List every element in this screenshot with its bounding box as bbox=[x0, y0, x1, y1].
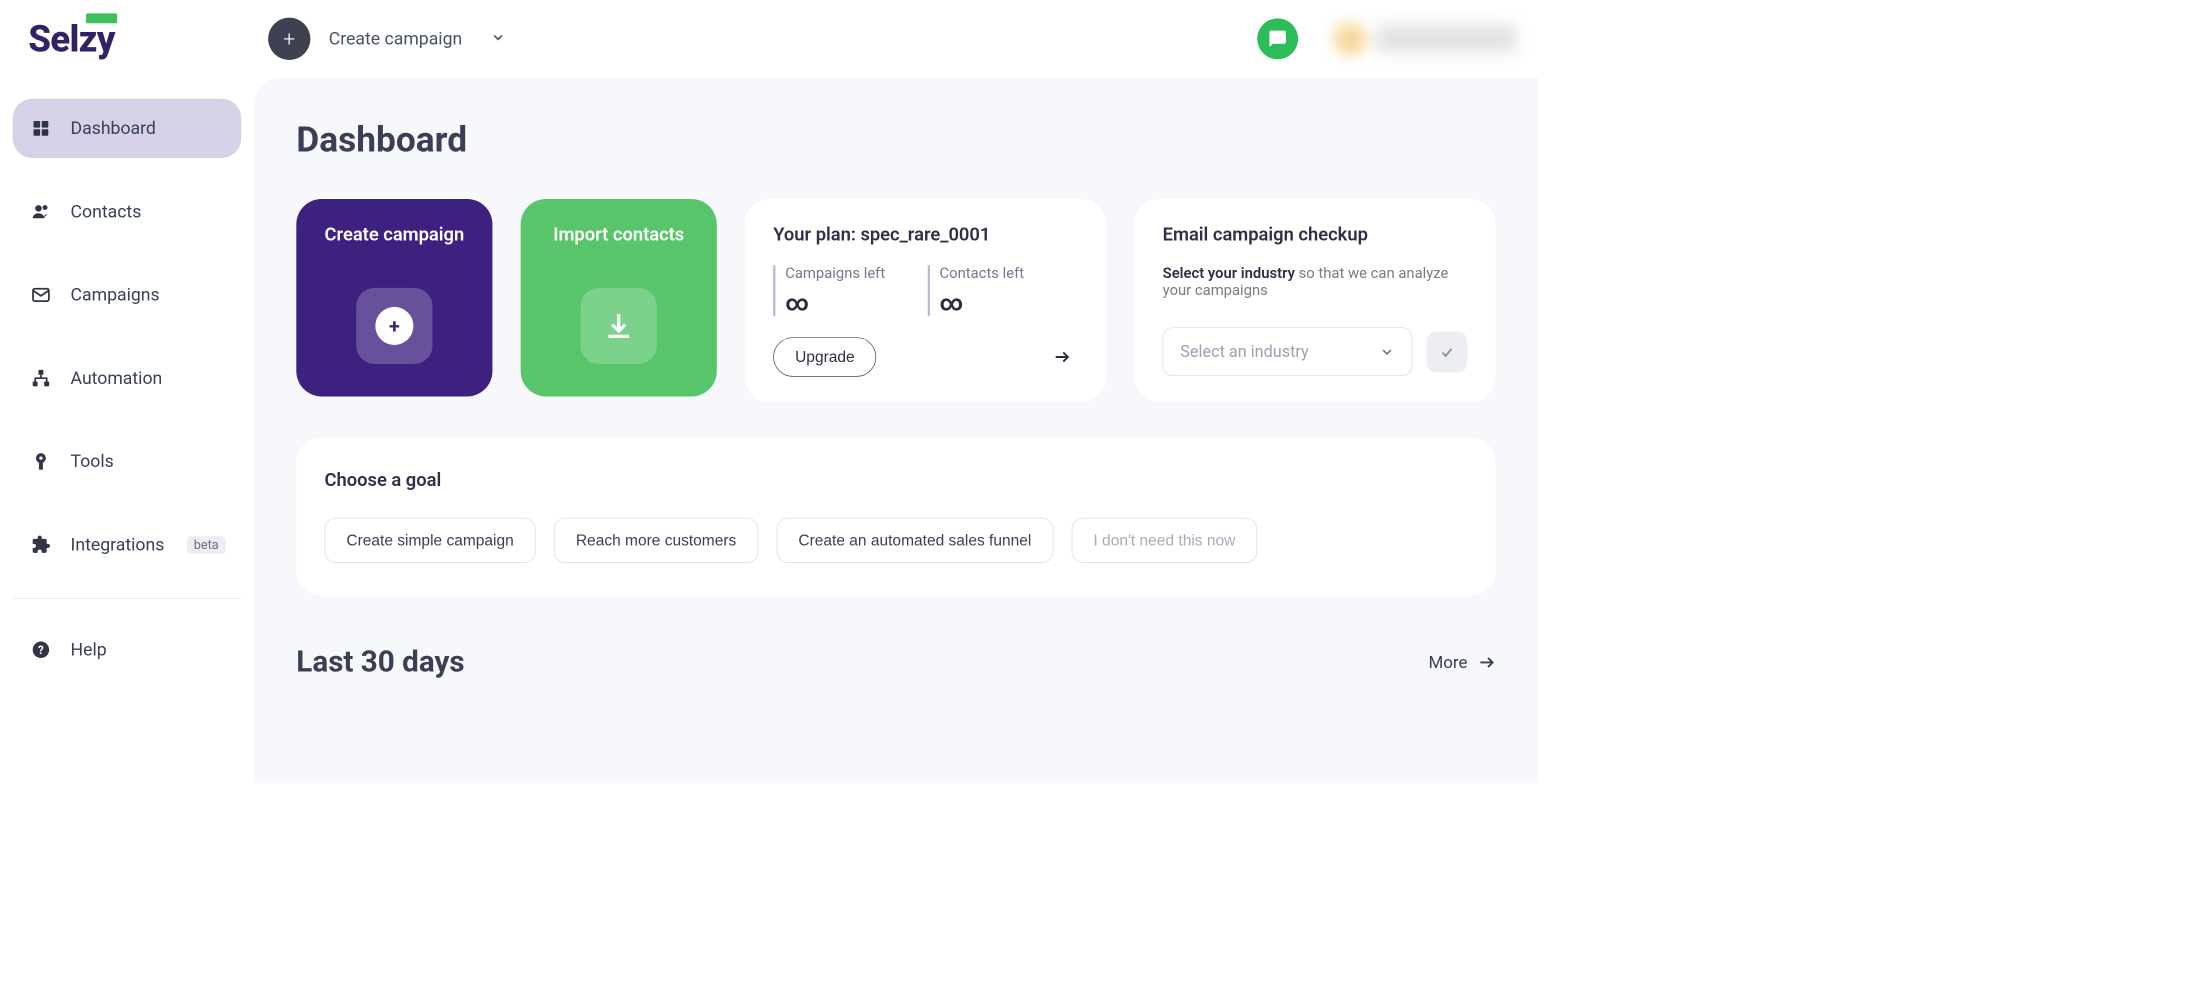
sidebar-item-integrations[interactable]: Integrations beta bbox=[13, 515, 242, 574]
create-campaign-tile[interactable]: Create campaign + bbox=[296, 199, 492, 397]
sidebar-item-label: Help bbox=[71, 640, 107, 660]
last30-title: Last 30 days bbox=[296, 645, 464, 680]
chevron-down-icon bbox=[1379, 344, 1395, 360]
import-contacts-tile-button[interactable] bbox=[581, 288, 657, 364]
sidebar-divider bbox=[13, 598, 242, 599]
plus-icon: + bbox=[375, 307, 413, 345]
sidebar-item-label: Automation bbox=[71, 368, 163, 388]
tools-icon bbox=[28, 449, 53, 474]
arrow-right-icon bbox=[1477, 653, 1495, 671]
main-content: Dashboard Create campaign + Import conta… bbox=[254, 78, 1538, 784]
goal-pill-reach[interactable]: Reach more customers bbox=[554, 518, 758, 563]
sidebar-item-tools[interactable]: Tools bbox=[13, 432, 242, 491]
more-link[interactable]: More bbox=[1428, 652, 1495, 672]
chat-icon bbox=[1268, 29, 1288, 49]
more-link-label: More bbox=[1428, 652, 1467, 672]
chevron-down-icon bbox=[490, 30, 506, 48]
sidebar-item-label: Contacts bbox=[71, 201, 142, 221]
sidebar-item-label: Tools bbox=[71, 451, 114, 471]
download-icon bbox=[603, 310, 634, 341]
contacts-icon bbox=[28, 199, 53, 224]
logo[interactable]: Selzy bbox=[28, 17, 268, 60]
sidebar-item-campaigns[interactable]: Campaigns bbox=[13, 265, 242, 324]
plan-next-button[interactable] bbox=[1046, 341, 1078, 373]
plan-stat-label: Campaigns left bbox=[785, 265, 885, 282]
industry-select[interactable]: Select an industry bbox=[1163, 327, 1413, 376]
sidebar-item-dashboard[interactable]: Dashboard bbox=[13, 99, 242, 158]
sidebar-item-label: Campaigns bbox=[71, 285, 160, 305]
page-title: Dashboard bbox=[296, 120, 1495, 161]
import-contacts-tile-label: Import contacts bbox=[553, 224, 684, 245]
automation-icon bbox=[28, 365, 53, 390]
check-icon bbox=[1439, 344, 1455, 360]
import-contacts-tile[interactable]: Import contacts bbox=[521, 199, 717, 397]
goal-pill-simple[interactable]: Create simple campaign bbox=[325, 518, 536, 563]
sidebar-item-label: Dashboard bbox=[71, 118, 156, 138]
create-campaign-tile-label: Create campaign bbox=[325, 224, 465, 245]
goal-pill-skip[interactable]: I don't need this now bbox=[1072, 518, 1258, 563]
plan-stat-value: ∞ bbox=[940, 289, 1025, 316]
help-icon: ? bbox=[28, 637, 53, 662]
sidebar-item-help[interactable]: ? Help bbox=[13, 620, 242, 679]
upgrade-button[interactable]: Upgrade bbox=[773, 337, 876, 377]
user-menu[interactable] bbox=[1333, 23, 1516, 55]
sidebar-item-label: Integrations bbox=[71, 534, 165, 554]
goal-pill-funnel[interactable]: Create an automated sales funnel bbox=[777, 518, 1054, 563]
avatar bbox=[1333, 23, 1365, 55]
checkup-title: Email campaign checkup bbox=[1163, 224, 1468, 245]
svg-text:?: ? bbox=[38, 643, 44, 657]
sidebar-item-automation[interactable]: Automation bbox=[13, 349, 242, 408]
beta-badge: beta bbox=[187, 536, 226, 554]
sidebar: Dashboard Contacts Campaigns Automation bbox=[0, 78, 254, 784]
goal-title: Choose a goal bbox=[325, 470, 1468, 491]
arrow-right-icon bbox=[1053, 348, 1071, 366]
plan-panel: Your plan: spec_rare_0001 Campaigns left… bbox=[745, 199, 1106, 402]
industry-select-placeholder: Select an industry bbox=[1180, 342, 1308, 361]
industry-confirm-button[interactable] bbox=[1427, 331, 1468, 372]
goal-panel: Choose a goal Create simple campaign Rea… bbox=[296, 437, 1495, 595]
plus-icon: + bbox=[268, 18, 310, 60]
plan-stat: Contacts left ∞ bbox=[928, 265, 1025, 316]
create-campaign-tile-button[interactable]: + bbox=[356, 288, 432, 364]
integrations-icon bbox=[28, 532, 53, 557]
dashboard-icon bbox=[28, 116, 53, 141]
create-campaign-dropdown[interactable]: + Create campaign bbox=[268, 18, 506, 60]
campaigns-icon bbox=[28, 282, 53, 307]
checkup-description: Select your industry so that we can anal… bbox=[1163, 265, 1468, 299]
plan-stat-value: ∞ bbox=[785, 289, 885, 316]
plan-stat: Campaigns left ∞ bbox=[773, 265, 885, 316]
chat-button[interactable] bbox=[1257, 18, 1298, 59]
plan-title: Your plan: spec_rare_0001 bbox=[773, 224, 1078, 245]
sidebar-item-contacts[interactable]: Contacts bbox=[13, 182, 242, 241]
plan-stat-label: Contacts left bbox=[940, 265, 1025, 282]
create-campaign-label: Create campaign bbox=[329, 29, 462, 49]
checkup-panel: Email campaign checkup Select your indus… bbox=[1134, 199, 1495, 402]
